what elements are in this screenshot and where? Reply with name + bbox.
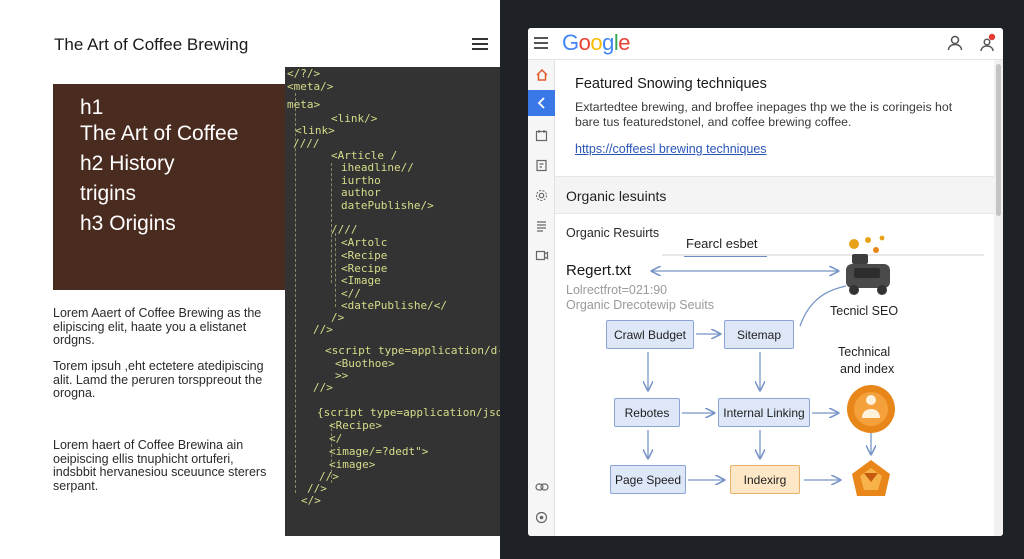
result-meta: Lolrectfrot=021:90	[566, 283, 668, 297]
menu-icon[interactable]	[534, 37, 548, 49]
crawl-budget-box[interactable]: Crawl Budget	[606, 320, 694, 349]
technical-index-label: and index	[840, 362, 895, 376]
code-line: <image/=?dedt">	[329, 445, 429, 458]
code-line: <Image	[341, 274, 381, 287]
heading-line: The Art of Coffee	[80, 122, 239, 145]
code-line: //>	[313, 323, 333, 336]
code-line: <link/>	[331, 112, 378, 125]
back-icon[interactable]	[528, 90, 555, 116]
code-line: ////	[293, 137, 320, 150]
home-icon[interactable]	[530, 64, 553, 86]
code-line: </	[329, 432, 343, 445]
code-editor-panel: </?/> <meta/> meta> <link/> <link> //// …	[285, 67, 501, 536]
robots-box[interactable]: Rebotes	[614, 398, 680, 427]
organic-results-label: Organic Resuirts	[566, 226, 660, 240]
indent-guide	[335, 233, 336, 307]
code-line: <datePublishe/</	[341, 299, 447, 312]
index-gem-icon	[852, 460, 890, 496]
technical-seo-label: Tecnicl SEO	[830, 304, 899, 318]
code-line: <Artolc	[341, 236, 388, 249]
indexing-box[interactable]: Indexirg	[730, 465, 800, 494]
featured-snippet-text: bare tus featuredstonel, and coffee brew…	[575, 115, 852, 129]
account-icon[interactable]	[946, 34, 964, 52]
browser-sidebar	[528, 60, 555, 536]
gear-icon[interactable]	[530, 184, 553, 206]
code-line: datePublishe/>	[341, 199, 434, 212]
code-line: meta>	[287, 98, 321, 111]
link-icon[interactable]	[530, 476, 553, 498]
article-paragraph: Lorem Aaert of Coffee Brewing as the elip…	[53, 306, 262, 347]
code-line: <Recipe>	[329, 419, 382, 432]
code-line: </?/>	[287, 67, 321, 80]
heading-hierarchy-block: h1 The Art of Coffee h2 History trigins …	[53, 84, 287, 290]
settings-circle-icon[interactable]	[530, 506, 553, 528]
result-meta: Organic Drecotewip Seuits	[566, 298, 714, 312]
page-title: The Art of Coffee Brewing	[54, 35, 249, 54]
code-line: <script type=application/d-json	[325, 344, 501, 357]
code-line: //>	[313, 381, 333, 394]
search-person-icon	[847, 385, 895, 433]
indent-guide	[295, 93, 296, 493]
code-line: <Recipe	[341, 249, 388, 262]
code-line: {script type=application/json">	[317, 406, 501, 419]
search-set-label: Fearcl esbet	[686, 236, 758, 251]
organic-results-heading: Organic lesuints	[566, 188, 667, 204]
document-icon[interactable]	[530, 154, 553, 176]
robots-txt-title[interactable]: Regert.txt	[566, 262, 631, 279]
video-icon[interactable]	[530, 244, 553, 266]
internal-linking-box[interactable]: Internal Linking	[718, 398, 810, 427]
code-line: <link>	[295, 124, 335, 137]
featured-snippet-title: Featured Snowing techniques	[575, 76, 767, 92]
code-line: iheadline//	[341, 161, 414, 174]
scrollbar-thumb[interactable]	[996, 64, 1001, 216]
featured-snippet-text: Extartedtee brewing, and broffee inepage…	[575, 100, 953, 114]
heading-line: trigins	[80, 182, 137, 205]
notification-person-icon[interactable]	[978, 33, 996, 53]
code-line: <meta/>	[287, 80, 334, 93]
crawler-robot-icon	[846, 235, 890, 295]
google-logo[interactable]: Google	[562, 30, 631, 56]
page-speed-box[interactable]: Page Speed	[610, 465, 686, 494]
code-line: ////	[331, 223, 358, 236]
code-line: author	[341, 186, 381, 199]
heading-line: h3 Origins	[80, 212, 176, 235]
code-line: </>	[301, 494, 321, 507]
technical-index-label: Technical	[838, 345, 891, 359]
calendar-icon[interactable]	[530, 124, 553, 146]
menu-icon[interactable]	[472, 38, 488, 50]
list-icon[interactable]	[530, 214, 553, 236]
browser-window: Google Featured Snowing techniques Extar…	[528, 28, 1003, 536]
search-set-underline	[684, 256, 767, 257]
heading-line: h1	[80, 96, 104, 119]
featured-snippet-link[interactable]: https://coffeesl brewing techniques	[575, 142, 767, 156]
code-line: >>	[335, 369, 349, 382]
article-paragraph: Lorem haert of Coffee Brewina ain oeipisc…	[53, 438, 267, 493]
heading-line: h2 History	[80, 152, 175, 175]
article-paragraph: Torem ipsuh ,eht ectetere atedipiscing al…	[53, 359, 264, 400]
sitemap-box[interactable]: Sitemap	[724, 320, 794, 349]
